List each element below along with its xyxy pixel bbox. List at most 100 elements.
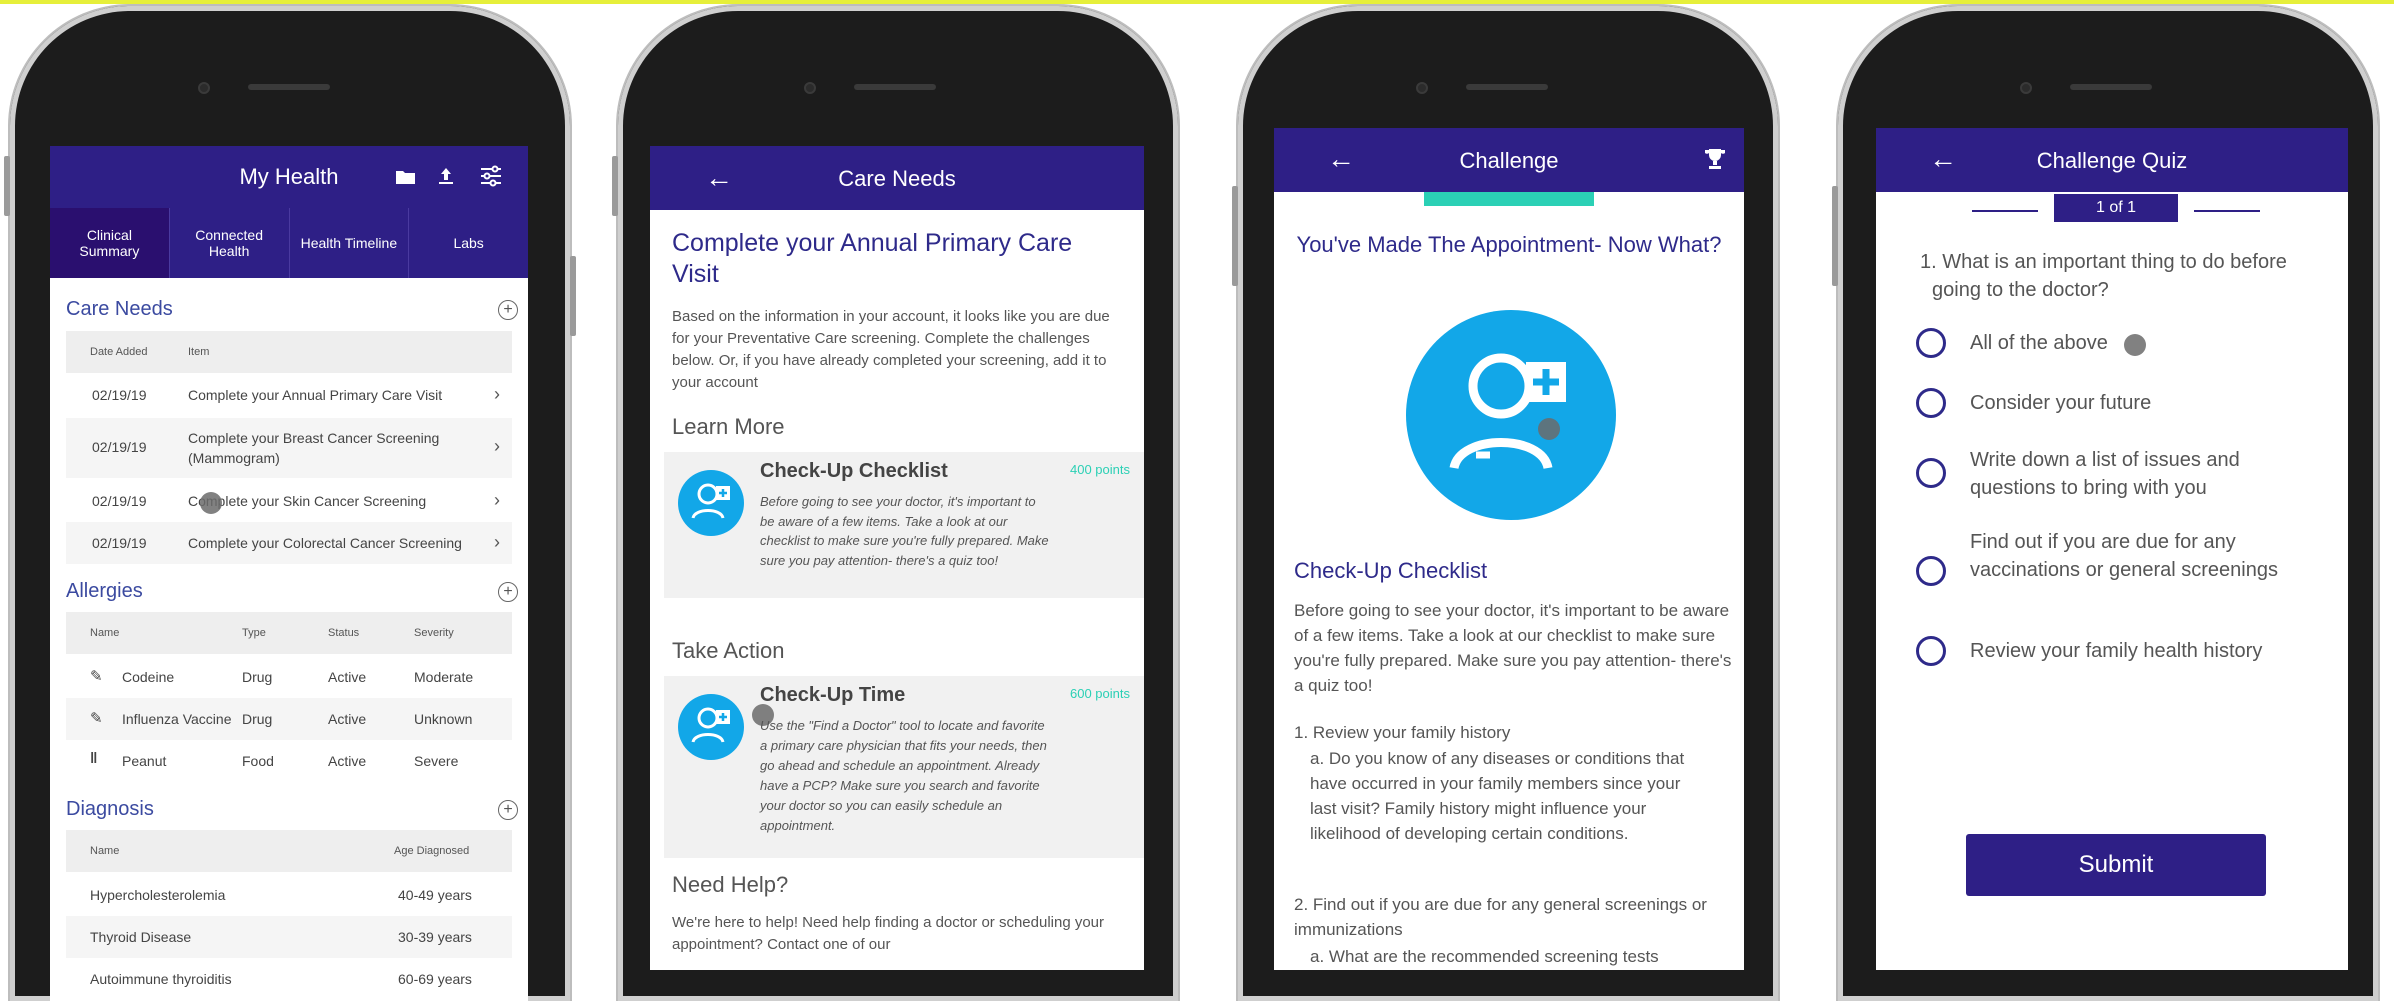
radio-button[interactable] — [1916, 636, 1946, 666]
list-subitem: a. What are the recommended screening te… — [1310, 947, 1659, 966]
intro-text: Based on the information in your account… — [672, 308, 1110, 391]
list-item: 2. Find out if you are due for any gener… — [1294, 895, 1707, 939]
quiz-option[interactable]: Write down a list of issues and question… — [1916, 444, 2338, 504]
chevron-right-icon: › — [494, 490, 500, 510]
quiz-option[interactable]: Find out if you are due for any vaccinat… — [1916, 528, 2338, 618]
radio-button[interactable] — [1916, 388, 1946, 418]
radio-button[interactable] — [1916, 556, 1946, 586]
tab-health-timeline[interactable]: Health Timeline — [289, 208, 410, 278]
quiz-option[interactable]: Review your family health history — [1916, 632, 2338, 672]
speaker-grille — [854, 84, 936, 90]
speaker-grille — [248, 84, 330, 90]
progress-indicator: 1 of 1 — [2054, 194, 2178, 222]
screen-challenge: ← Challenge You've Made The Appointment-… — [1274, 128, 1744, 970]
upload-icon[interactable] — [434, 164, 458, 188]
help-text: We're here to help! Need help finding a … — [672, 914, 1105, 953]
allergies-header: Name Type Status Severity — [66, 612, 512, 654]
quiz-option[interactable]: Consider your future — [1916, 384, 2338, 424]
app-bar: ← Care Needs — [650, 146, 1144, 210]
card-text: Use the "Find a Doctor" tool to locate a… — [760, 718, 1047, 833]
chevron-right-icon: › — [494, 384, 500, 404]
table-row[interactable]: Autoimmune thyroiditis 60-69 years — [66, 958, 512, 1000]
doctor-icon — [678, 694, 744, 760]
progress-line-left — [1972, 210, 2038, 212]
table-row[interactable]: ‖ Peanut Food Active Severe — [66, 740, 512, 782]
list-subitem: a. Do you know of any diseases or condit… — [1310, 749, 1685, 843]
radio-button[interactable] — [1916, 458, 1946, 488]
card-title: Check-Up Checklist — [760, 460, 948, 482]
tab-clinical-summary[interactable]: Clinical Summary — [50, 208, 170, 278]
table-row[interactable]: Hypercholesterolemia 40-49 years — [66, 874, 512, 916]
speaker-grille — [2070, 84, 2152, 90]
trophy-icon[interactable] — [1700, 144, 1730, 174]
content-heading: You've Made The Appointment- Now What? — [1296, 232, 1722, 257]
table-row[interactable]: 02/19/19 Complete your Colorectal Cancer… — [66, 522, 512, 564]
add-diagnosis-button[interactable]: + — [498, 800, 518, 820]
progress-line-right — [2194, 210, 2260, 212]
phone-frame-3: ← Challenge You've Made The Appointment-… — [1232, 6, 1778, 1001]
care-needs-header: Date Added Item — [66, 331, 512, 373]
side-button — [4, 156, 10, 216]
side-button — [1232, 186, 1238, 286]
card-text: Before going to see your doctor, it's im… — [760, 494, 1049, 568]
take-action-title: Take Action — [672, 638, 785, 663]
touch-indicator — [200, 492, 222, 514]
learn-more-title: Learn More — [672, 414, 785, 439]
table-row[interactable]: 02/19/19 Complete your Breast Cancer Scr… — [66, 418, 512, 478]
tab-bar: Clinical Summary Connected Health Health… — [50, 208, 528, 278]
table-row[interactable]: 02/19/19 Complete your Skin Cancer Scree… — [66, 480, 512, 522]
diagnosis-title: Diagnosis — [66, 798, 154, 820]
section-title: Check-Up Checklist — [1294, 558, 1488, 583]
syringe-icon: ✎ — [90, 710, 103, 727]
doctor-icon — [678, 470, 744, 536]
tab-labs[interactable]: Labs — [409, 208, 528, 278]
table-row[interactable]: ✎ Influenza Vaccine Drug Active Unknown — [66, 698, 512, 740]
challenge-card[interactable]: Check-Up Time 600 points Use the "Find a… — [664, 676, 1144, 858]
page-title: Challenge — [1459, 148, 1559, 173]
folder-icon[interactable] — [394, 166, 418, 188]
tab-connected-health[interactable]: Connected Health — [169, 208, 290, 278]
table-row[interactable]: 02/19/19 Complete your Annual Primary Ca… — [66, 374, 512, 416]
side-button — [570, 256, 576, 336]
radio-button[interactable] — [1916, 328, 1946, 358]
table-row[interactable]: ✎ Codeine Drug Active Moderate — [66, 656, 512, 698]
speaker-grille — [1466, 84, 1548, 90]
front-camera — [198, 82, 210, 94]
app-bar: ← Challenge — [1274, 128, 1744, 192]
touch-indicator — [2124, 334, 2146, 356]
pill-icon: ✎ — [90, 668, 103, 685]
care-needs-title: Care Needs — [66, 298, 173, 320]
list-item: 1. Review your family history — [1294, 723, 1511, 742]
submit-button[interactable]: Submit — [1966, 834, 2266, 896]
side-button — [612, 156, 618, 216]
touch-indicator — [1538, 418, 1560, 440]
front-camera — [804, 82, 816, 94]
challenge-card[interactable]: Check-Up Checklist 400 points Before goi… — [664, 452, 1144, 598]
table-row[interactable]: Thyroid Disease 30-39 years — [66, 916, 512, 958]
quiz-option[interactable]: All of the above — [1916, 324, 2338, 364]
chevron-right-icon: › — [494, 532, 500, 552]
add-care-need-button[interactable]: + — [498, 300, 518, 320]
screen-my-health: My Health Clinical Summary Connected Hea… — [50, 146, 528, 1001]
allergies-title: Allergies — [66, 580, 143, 602]
menu-icon[interactable] — [64, 167, 92, 187]
points-badge: 400 points — [1070, 462, 1130, 477]
need-help-title: Need Help? — [672, 872, 789, 897]
add-allergy-button[interactable]: + — [498, 582, 518, 602]
doctor-icon — [1406, 310, 1616, 520]
body-paragraph: Before going to see your doctor, it's im… — [1294, 601, 1732, 695]
chevron-right-icon: › — [494, 436, 500, 456]
top-highlight-strip — [0, 0, 2394, 4]
diagnosis-header: Name Age Diagnosed — [66, 830, 512, 872]
phone-frame-2: ← Care Needs Complete your Annual Primar… — [612, 6, 1178, 1001]
screen-challenge-quiz: ← Challenge Quiz 1 of 1 1. What is an im… — [1876, 128, 2348, 970]
phone-frame-1: My Health Clinical Summary Connected Hea… — [4, 6, 576, 1001]
filter-sliders-icon[interactable] — [478, 164, 504, 188]
front-camera — [2020, 82, 2032, 94]
content-heading: Complete your Annual Primary Care Visit — [672, 229, 1073, 288]
phone-frame-4: ← Challenge Quiz 1 of 1 1. What is an im… — [1832, 6, 2378, 1001]
front-camera — [1416, 82, 1428, 94]
page-title: Challenge Quiz — [2036, 148, 2188, 173]
points-badge: 600 points — [1070, 686, 1130, 701]
quiz-question: 1. What is an important thing to do befo… — [1920, 251, 2287, 301]
